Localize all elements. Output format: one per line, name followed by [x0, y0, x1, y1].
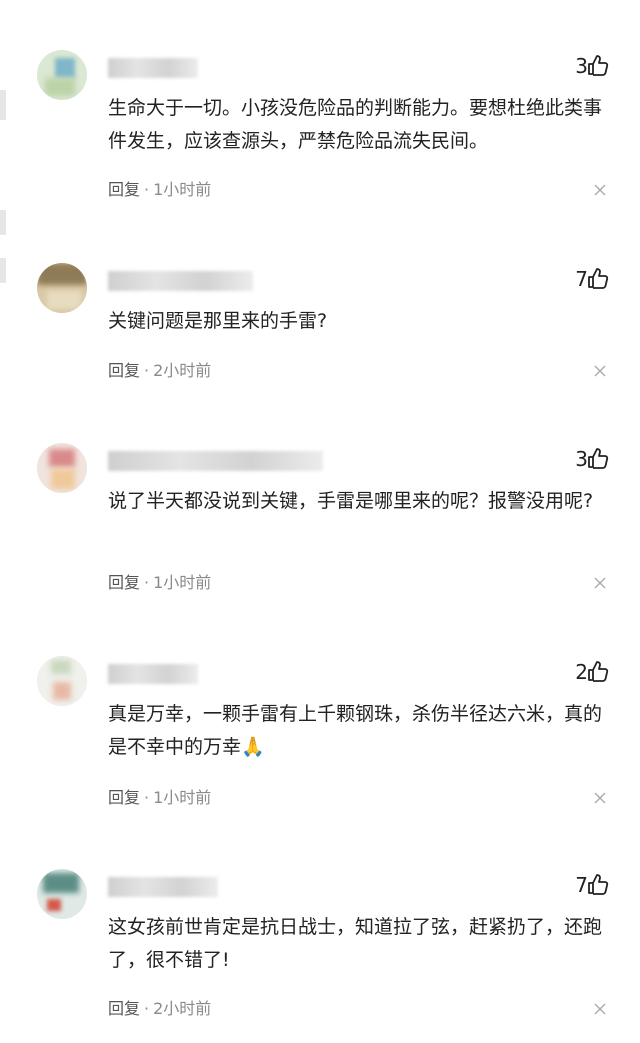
- comment-text: 生命大于一切。小孩没危险品的判断能力。要想杜绝此类事件发生，应该查源头，严禁危险…: [108, 97, 603, 152]
- comment-item: 7 关键问题是那里来的手雷? 回复 · 2小时前: [0, 263, 640, 393]
- thumbs-up-icon[interactable]: [586, 446, 610, 470]
- left-edge-fragment: [0, 210, 6, 235]
- comment-item: 2 真是万幸，一颗手雷有上千颗钢珠，杀伤半径达六米，真的是不幸中的万幸🙏 回复 ·…: [0, 656, 640, 816]
- username-redacted[interactable]: [108, 451, 323, 471]
- reply-button[interactable]: 回复: [108, 573, 140, 592]
- timestamp: 2小时前: [153, 361, 212, 380]
- timestamp: 1小时前: [153, 573, 212, 592]
- comment-meta: 回复 · 1小时前: [108, 569, 211, 593]
- avatar[interactable]: [37, 50, 87, 100]
- username-redacted[interactable]: [108, 271, 253, 291]
- comment-meta: 回复 · 2小时前: [108, 995, 211, 1019]
- separator-dot: ·: [144, 788, 150, 807]
- comment-item: 7 这女孩前世肯定是抗日战士，知道拉了弦，赶紧扔了，还跑了，很不错了! 回复 · 2…: [0, 869, 640, 1029]
- separator-dot: ·: [144, 573, 150, 592]
- separator-dot: ·: [144, 361, 150, 380]
- comment-text: 真是万幸，一颗手雷有上千颗钢珠，杀伤半径达六米，真的是不幸中的万幸🙏: [108, 703, 603, 758]
- avatar[interactable]: [37, 443, 87, 493]
- separator-dot: ·: [144, 180, 150, 199]
- avatar[interactable]: [37, 869, 87, 919]
- timestamp: 2小时前: [153, 999, 212, 1018]
- separator-dot: ·: [144, 999, 150, 1018]
- close-icon[interactable]: [594, 792, 606, 804]
- thumbs-up-icon[interactable]: [586, 872, 610, 896]
- username-redacted[interactable]: [108, 664, 198, 684]
- reply-button[interactable]: 回复: [108, 999, 140, 1018]
- comment-meta: 回复 · 1小时前: [108, 176, 211, 200]
- thumbs-up-icon[interactable]: [586, 53, 610, 77]
- comment-item: 3 说了半天都没说到关键，手雷是哪里来的呢？报警没用呢? 回复 · 1小时前: [0, 443, 640, 603]
- username-redacted[interactable]: [108, 877, 218, 897]
- reply-button[interactable]: 回复: [108, 180, 140, 199]
- comment-text: 关键问题是那里来的手雷?: [108, 310, 328, 332]
- comment-item: 3 生命大于一切。小孩没危险品的判断能力。要想杜绝此类事件发生，应该查源头，严禁…: [0, 50, 640, 210]
- reply-button[interactable]: 回复: [108, 361, 140, 380]
- reply-button[interactable]: 回复: [108, 788, 140, 807]
- close-icon[interactable]: [594, 1003, 606, 1015]
- thumbs-up-icon[interactable]: [586, 266, 610, 290]
- comment-meta: 回复 · 1小时前: [108, 784, 211, 808]
- timestamp: 1小时前: [153, 788, 212, 807]
- close-icon[interactable]: [594, 365, 606, 377]
- timestamp: 1小时前: [153, 180, 212, 199]
- thumbs-up-icon[interactable]: [586, 659, 610, 683]
- close-icon[interactable]: [594, 577, 606, 589]
- close-icon[interactable]: [594, 184, 606, 196]
- avatar[interactable]: [37, 263, 87, 313]
- comment-text: 这女孩前世肯定是抗日战士，知道拉了弦，赶紧扔了，还跑了，很不错了!: [108, 916, 603, 971]
- comment-meta: 回复 · 2小时前: [108, 357, 211, 381]
- comment-text: 说了半天都没说到关键，手雷是哪里来的呢？报警没用呢?: [108, 490, 594, 512]
- username-redacted[interactable]: [108, 58, 198, 78]
- avatar[interactable]: [37, 656, 87, 706]
